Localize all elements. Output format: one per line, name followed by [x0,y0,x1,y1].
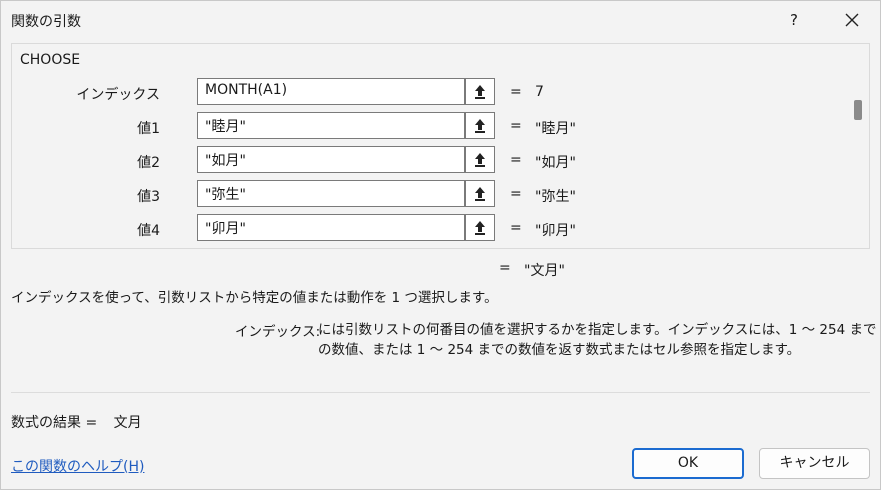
help-button[interactable]: ? [779,5,809,35]
arg-label-value4: 値4 [137,223,160,239]
arg-input-index[interactable]: MONTH(A1) [197,78,465,105]
arg-value-index: 7 [535,84,544,100]
collapse-button-value3[interactable] [465,180,495,207]
arg-input-value2[interactable]: "如月" [197,146,465,173]
equals-sign: = [510,220,522,236]
arg-help-name: インデックス: [235,324,321,340]
arg-help-text: には引数リストの何番目の値を選択するかを指定します。インデックスには、1 ～ 2… [318,322,877,358]
arg-value-value3: "弥生" [535,189,576,205]
arg-input-value4[interactable]: "卯月" [197,214,465,241]
arg-label-value3: 値3 [137,189,160,205]
ok-button[interactable]: OK [632,448,744,479]
collapse-dialog-icon [475,221,485,235]
arg-value-value4: "卯月" [535,223,576,239]
collapse-button-value1[interactable] [465,112,495,139]
arguments-scrollbar[interactable] [847,80,869,244]
collapse-button-index[interactable] [465,78,495,105]
collapse-dialog-icon [475,187,485,201]
function-description: インデックスを使って、引数リストから特定の値または動作を 1 つ選択します。 [11,290,498,306]
title-bar: 関数の引数 ? [1,1,881,39]
arg-input-value1[interactable]: "睦月" [197,112,465,139]
collapse-dialog-icon [475,153,485,167]
function-arguments-dialog: 関数の引数 ? CHOOSE インデックス MONTH(A1) = 7 値1 "… [0,0,881,490]
formula-result: 数式の結果 = 文月 [11,412,142,432]
arg-input-value3[interactable]: "弥生" [197,180,465,207]
overall-equals: = [499,260,511,276]
arg-label-value2: 値2 [137,155,160,171]
arg-value-value2: "如月" [535,155,576,171]
formula-result-value: 文月 [113,415,142,431]
equals-sign: = [510,118,522,134]
dialog-title: 関数の引数 [11,14,81,30]
overall-value: "文月" [524,263,565,279]
arg-label-value1: 値1 [137,121,160,137]
function-help-link[interactable]: この関数のヘルプ(H) [11,456,144,476]
divider [11,392,870,393]
close-icon [845,13,859,27]
arguments-group: CHOOSE インデックス MONTH(A1) = 7 値1 "睦月" = "睦… [11,43,870,249]
equals-sign: = [510,186,522,202]
equals-sign: = [510,84,522,100]
collapse-dialog-icon [475,85,485,99]
function-name: CHOOSE [20,52,81,68]
arg-label-index: インデックス [76,87,160,103]
formula-result-label: 数式の結果 = [11,415,98,431]
arg-value-value1: "睦月" [535,121,576,137]
collapse-dialog-icon [475,119,485,133]
close-button[interactable] [835,5,869,35]
scrollbar-thumb[interactable] [854,100,862,120]
collapse-button-value2[interactable] [465,146,495,173]
cancel-button[interactable]: キャンセル [759,448,870,479]
equals-sign: = [510,152,522,168]
collapse-button-value4[interactable] [465,214,495,241]
